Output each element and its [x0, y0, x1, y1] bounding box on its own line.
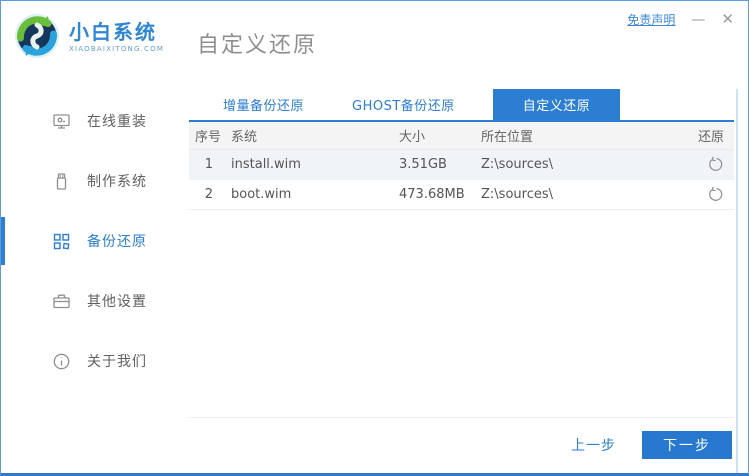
sidebar-item-label: 备份还原	[87, 234, 147, 250]
sidebar-item-other-settings[interactable]: 其他设置	[1, 271, 181, 331]
restore-file-table: 序号 系统 大小 所在位置 还原 1 install.wim 3.51GB Z:…	[189, 122, 734, 210]
app-logo: 小白系统 XIAOBAIXITONG.COM	[13, 12, 164, 60]
sidebar-item-make-system[interactable]: 制作系统	[1, 151, 181, 211]
restore-icon	[708, 186, 722, 201]
previous-step-button[interactable]: 上一步	[571, 435, 616, 455]
next-step-button[interactable]: 下一步	[642, 431, 732, 459]
main-panel: 增量备份还原 GHOST备份还原 自定义还原 序号 系统 大小 所在位置 还原 …	[189, 89, 734, 473]
restore-icon	[708, 156, 722, 171]
monitor-icon	[51, 111, 71, 131]
sidebar-item-label: 关于我们	[87, 354, 147, 370]
sync-logo-icon	[15, 14, 59, 58]
logo-text: 小白系统 XIAOBAIXITONG.COM	[69, 20, 164, 53]
row-index: 1	[204, 157, 213, 172]
sidebar-item-backup-restore[interactable]: 备份还原	[1, 211, 181, 271]
wizard-footer: 上一步 下一步	[189, 417, 734, 459]
grid-icon	[51, 231, 71, 251]
toolbox-icon	[51, 291, 71, 311]
disclaimer-link[interactable]: 免责声明	[627, 11, 675, 28]
sidebar-item-online-reinstall[interactable]: 在线重装	[1, 91, 181, 151]
info-icon	[51, 351, 71, 371]
sidebar-item-label: 其他设置	[87, 294, 147, 310]
window-controls: 免责声明 — ✕	[627, 11, 734, 28]
usb-drive-icon	[51, 171, 71, 191]
tab-ghost-backup-restore[interactable]: GHOST备份还原	[328, 89, 479, 120]
sidebar-item-about-us[interactable]: 关于我们	[1, 331, 181, 391]
brand-name: 小白系统	[69, 19, 157, 44]
close-button[interactable]: ✕	[721, 12, 734, 27]
tab-custom-restore[interactable]: 自定义还原	[492, 89, 621, 120]
sidebar: 在线重装 制作系统 备份还原 其他设置 关于我们	[1, 79, 181, 473]
table-row[interactable]: 2 boot.wim 473.68MB Z:\sources\	[189, 180, 734, 210]
table-header-row: 序号 系统 大小 所在位置 还原	[189, 122, 734, 150]
table-row[interactable]: 1 install.wim 3.51GB Z:\sources\	[189, 150, 734, 180]
tab-incremental-backup-restore[interactable]: 增量备份还原	[199, 89, 328, 120]
scrollbar-track[interactable]	[736, 89, 738, 473]
row-location: Z:\sources\	[481, 187, 553, 202]
col-header-restore: 还原	[697, 130, 724, 145]
tab-bar: 增量备份还原 GHOST备份还原 自定义还原	[189, 89, 734, 122]
col-header-location: 所在位置	[481, 130, 534, 145]
row-index: 2	[204, 187, 213, 202]
row-system: install.wim	[231, 157, 301, 172]
row-system: boot.wim	[231, 187, 292, 202]
row-location: Z:\sources\	[481, 157, 553, 172]
brand-domain: XIAOBAIXITONG.COM	[69, 44, 165, 53]
app-window: 小白系统 XIAOBAIXITONG.COM 自定义还原 免责声明 — ✕ 在线…	[0, 0, 749, 476]
restore-button[interactable]	[706, 186, 724, 204]
col-header-system: 系统	[231, 130, 258, 145]
row-size: 473.68MB	[399, 187, 465, 202]
sidebar-item-label: 在线重装	[87, 114, 147, 130]
page-title: 自定义还原	[197, 33, 318, 58]
col-header-index: 序号	[195, 130, 222, 145]
col-header-size: 大小	[399, 130, 426, 145]
restore-button[interactable]	[706, 156, 724, 174]
sidebar-item-label: 制作系统	[87, 174, 147, 190]
row-size: 3.51GB	[399, 157, 447, 172]
header: 小白系统 XIAOBAIXITONG.COM 自定义还原 免责声明 — ✕	[1, 1, 748, 79]
minimize-button[interactable]: —	[691, 13, 705, 27]
